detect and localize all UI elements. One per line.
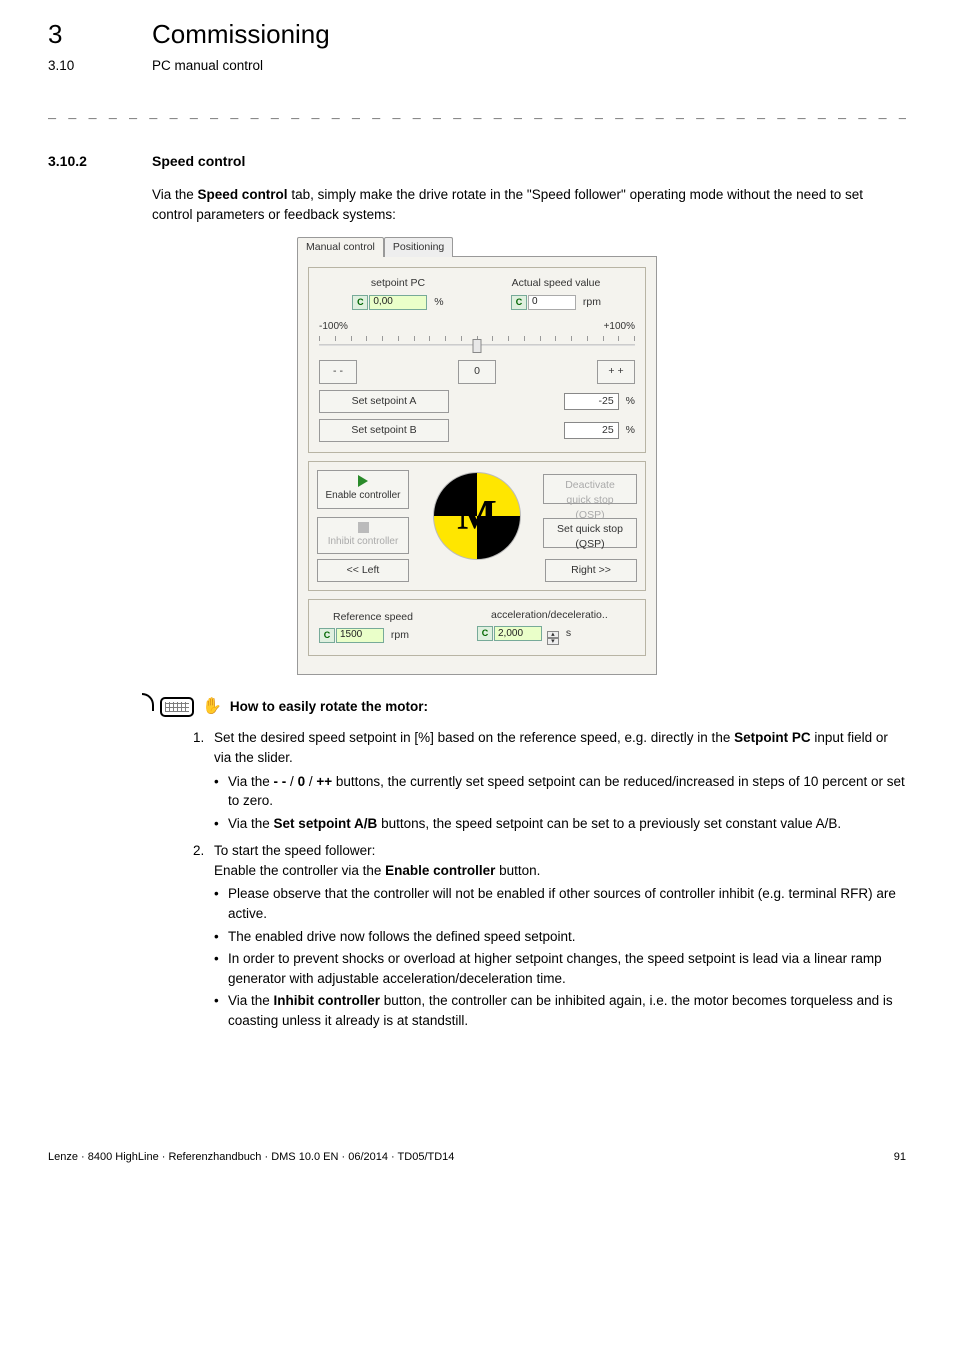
actual-speed-label: Actual speed value	[477, 276, 635, 291]
step-1-sub-1: Via the - - / 0 / ++ buttons, the curren…	[214, 772, 906, 811]
actual-speed-value: 0	[528, 295, 576, 310]
deactivate-qsp-button[interactable]: Deactivate quick stop (QSP)	[543, 474, 637, 504]
c-button[interactable]: C	[511, 295, 527, 310]
set-qsp-button[interactable]: Set quick stop (QSP)	[543, 518, 637, 548]
stop-icon	[358, 522, 369, 533]
setpoint-b-value[interactable]: 25	[564, 422, 619, 439]
c-button[interactable]: C	[352, 295, 368, 310]
set-setpoint-a-button[interactable]: Set setpoint A	[319, 390, 449, 413]
step-2: To start the speed follower: Enable the …	[208, 841, 906, 1030]
keyboard-cable-icon	[142, 693, 154, 711]
c-button[interactable]: C	[319, 628, 335, 643]
actual-speed-unit: rpm	[583, 296, 601, 308]
c-button[interactable]: C	[477, 626, 493, 641]
tab-positioning[interactable]: Positioning	[384, 237, 453, 257]
subchapter-title: PC manual control	[152, 56, 263, 76]
footer-left: Lenze · 8400 HighLine · Referenzhandbuch…	[48, 1150, 454, 1166]
step-2-sub-2: The enabled drive now follows the define…	[214, 927, 906, 947]
set-setpoint-b-button[interactable]: Set setpoint B	[319, 419, 449, 442]
accel-decel-input[interactable]: 2,000	[494, 626, 542, 641]
percent-unit: %	[626, 424, 635, 436]
page-number: 91	[894, 1150, 906, 1166]
keyboard-icon	[160, 697, 194, 717]
inhibit-controller-button[interactable]: Inhibit controller	[317, 517, 409, 555]
accel-decel-unit: s	[566, 627, 571, 639]
section-title: Speed control	[152, 151, 245, 171]
speed-slider[interactable]	[319, 336, 635, 352]
plus-plus-button[interactable]: + +	[597, 360, 635, 383]
step-1-sub-2: Via the Set setpoint A/B buttons, the sp…	[214, 814, 906, 834]
setpoint-a-value[interactable]: -25	[564, 393, 619, 410]
setpoint-pc-label: setpoint PC	[319, 276, 477, 291]
minus-minus-button[interactable]: - -	[319, 360, 357, 383]
percent-unit: %	[626, 395, 635, 407]
divider: _ _ _ _ _ _ _ _ _ _ _ _ _ _ _ _ _ _ _ _ …	[48, 103, 906, 123]
slider-min-label: -100%	[319, 320, 348, 335]
zero-button[interactable]: 0	[458, 360, 496, 383]
play-icon	[358, 475, 368, 487]
enable-controller-button[interactable]: Enable controller	[317, 470, 409, 509]
howto-title: How to easily rotate the motor:	[230, 697, 428, 717]
right-button[interactable]: Right >>	[545, 559, 637, 582]
motor-icon	[433, 472, 521, 560]
slider-max-label: +100%	[604, 320, 635, 335]
reference-speed-unit: rpm	[391, 629, 409, 641]
subchapter-number: 3.10	[48, 56, 152, 76]
reference-speed-label: Reference speed	[319, 610, 477, 625]
step-1: Set the desired speed setpoint in [%] ba…	[208, 728, 906, 833]
dialog-screenshot: Manual control Positioning setpoint PC C…	[297, 236, 657, 675]
section-number: 3.10.2	[48, 151, 152, 171]
hand-icon: ✋	[202, 695, 222, 718]
chapter-title: Commissioning	[152, 16, 330, 54]
intro-paragraph: Via the Speed control tab, simply make t…	[152, 185, 906, 224]
accel-decel-label: acceleration/deceleratio..	[477, 608, 635, 623]
reference-speed-input[interactable]: 1500	[336, 628, 384, 643]
setpoint-pc-unit: %	[434, 296, 443, 308]
tab-manual-control[interactable]: Manual control	[297, 237, 384, 257]
setpoint-pc-input[interactable]: 0,00	[369, 295, 427, 310]
left-button[interactable]: << Left	[317, 559, 409, 582]
chapter-number: 3	[48, 16, 152, 54]
accel-stepper[interactable]: ▴▾	[547, 631, 559, 645]
step-2-sub-3: In order to prevent shocks or overload a…	[214, 949, 906, 988]
step-2-sub-4: Via the Inhibit controller button, the c…	[214, 991, 906, 1030]
step-2-sub-1: Please observe that the controller will …	[214, 884, 906, 923]
